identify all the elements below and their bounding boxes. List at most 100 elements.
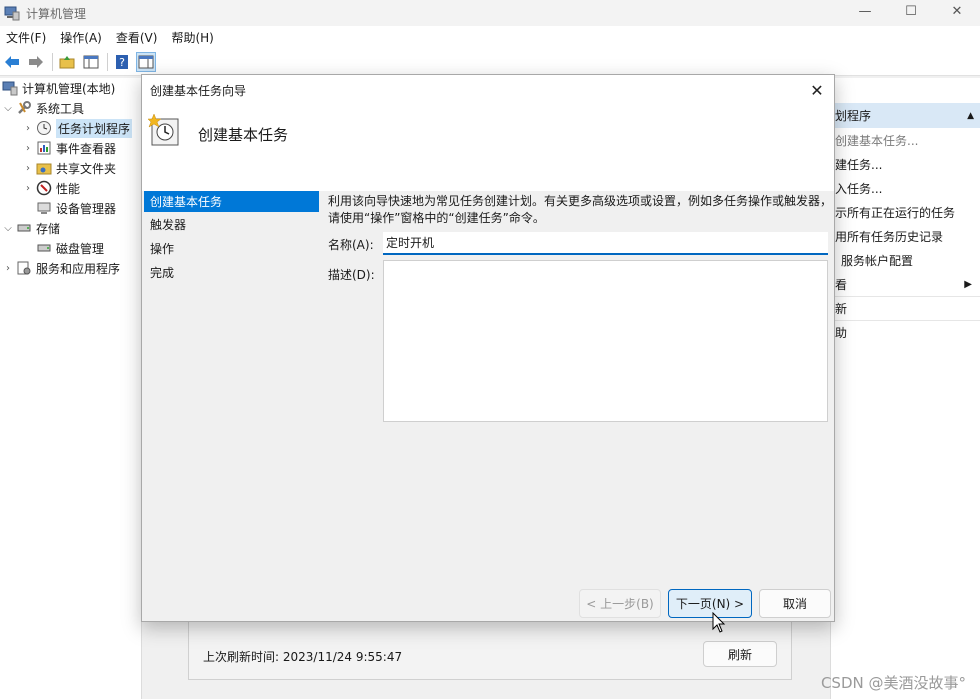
- step-finish[interactable]: 完成: [144, 260, 319, 284]
- tree-item-device-manager[interactable]: 设备管理器: [0, 198, 141, 218]
- tree-item-event-viewer[interactable]: › 事件查看器: [0, 138, 141, 158]
- storage-icon: [16, 220, 32, 236]
- maximize-button[interactable]: ☐: [888, 0, 934, 22]
- tree-item-services-apps[interactable]: › 服务和应用程序: [0, 258, 141, 278]
- computer-management-icon: [4, 6, 20, 21]
- description-field-row: 描述(D):: [328, 260, 832, 426]
- chevron-right-icon[interactable]: ›: [2, 263, 14, 274]
- disk-icon: [36, 240, 52, 256]
- close-window-button[interactable]: ✕: [934, 0, 980, 22]
- dialog-close-button[interactable]: ✕: [806, 79, 828, 101]
- action-pane-icon: [138, 55, 154, 68]
- tree-item-performance[interactable]: › 性能: [0, 178, 141, 198]
- mouse-cursor-icon: [712, 612, 726, 633]
- tree-label: 磁盘管理: [56, 241, 105, 256]
- step-action[interactable]: 操作: [144, 236, 319, 260]
- tree-label: 事件查看器: [56, 141, 117, 156]
- action-view[interactable]: 看 ▶: [831, 272, 980, 296]
- chevron-down-icon[interactable]: ⌵: [2, 103, 14, 114]
- next-button[interactable]: 下一页(N) >: [668, 589, 752, 618]
- menu-file[interactable]: 文件(F): [6, 29, 46, 46]
- chevron-right-icon[interactable]: ›: [22, 143, 34, 154]
- tree-item-system-tools[interactable]: ⌵ 系统工具: [0, 98, 141, 118]
- tree-label: 性能: [56, 181, 81, 196]
- refresh-button[interactable]: 刷新: [703, 641, 777, 667]
- chevron-right-icon[interactable]: ›: [22, 163, 34, 174]
- scheduler-status-strip: 上次刷新时间: 2023/11/24 9:55:47 刷新: [188, 620, 792, 680]
- forward-arrow-icon: [29, 55, 43, 68]
- task-name-input[interactable]: [383, 232, 828, 255]
- forward-button[interactable]: [26, 52, 46, 72]
- action-enable-task-history[interactable]: 用所有任务历史记录: [831, 224, 980, 248]
- svg-text:?: ?: [119, 56, 125, 69]
- action-service-account-config[interactable]: 服务帐户配置: [831, 248, 980, 272]
- show-action-pane-button[interactable]: [136, 51, 156, 72]
- tree-label: 计算机管理(本地): [22, 81, 116, 96]
- toolbar-separator: [52, 52, 53, 71]
- name-field-row: 名称(A):: [328, 232, 832, 256]
- window-title: 计算机管理: [26, 6, 87, 21]
- task-description-input[interactable]: [383, 260, 828, 422]
- previous-button[interactable]: < 上一步(B): [579, 589, 661, 618]
- tree-label: 系统工具: [36, 101, 85, 116]
- tree-label: 存储: [36, 221, 61, 236]
- menu-bar: 文件(F) 操作(A) 查看(V) 帮助(H): [0, 26, 980, 48]
- chevron-down-icon[interactable]: ⌵: [2, 223, 14, 234]
- action-display-running-tasks[interactable]: 示所有正在运行的任务: [831, 200, 980, 224]
- back-button[interactable]: [2, 52, 22, 72]
- actions-section-header[interactable]: 划程序 ▲: [831, 103, 980, 128]
- shared-folder-icon: [36, 160, 52, 176]
- submenu-arrow-icon: ▶: [964, 278, 972, 290]
- cancel-button[interactable]: 取消: [759, 589, 831, 618]
- create-basic-task-wizard: 创建基本任务向导 ✕ 创建基本任务 创建基本任务 触发器 操作 完成 利用该向导…: [141, 74, 835, 622]
- clock-icon: [36, 120, 52, 136]
- partial-text: [219, 621, 233, 629]
- computer-icon: [2, 80, 18, 96]
- tree-label: 共享文件夹: [56, 161, 117, 176]
- toolbar-separator: [107, 52, 108, 71]
- action-create-task[interactable]: 建任务...: [831, 152, 980, 176]
- tree-label: 服务和应用程序: [36, 261, 121, 276]
- actions-pane: 划程序 ▲ 创建基本任务... 建任务... 入任务... 示所有正在运行的任务…: [830, 78, 980, 699]
- tree-item-shared-folders[interactable]: › 共享文件夹: [0, 158, 141, 178]
- dialog-header-title: 创建基本任务: [198, 126, 289, 144]
- device-manager-icon: [36, 200, 52, 216]
- tools-icon: [16, 100, 32, 116]
- console-tree-icon: [83, 55, 99, 68]
- performance-icon: [36, 180, 52, 196]
- tree-item-storage[interactable]: ⌵ 存储: [0, 218, 141, 238]
- show-console-tree-button[interactable]: [81, 52, 101, 72]
- up-folder-button[interactable]: [57, 52, 77, 72]
- window-titlebar: 计算机管理 — ☐ ✕: [0, 0, 980, 26]
- folder-up-icon: [59, 55, 75, 68]
- dialog-titlebar: 创建基本任务向导 ✕: [142, 75, 834, 105]
- console-tree: 计算机管理(本地) ⌵ 系统工具 › 任务计划程序 › 事件查看器 › 共享文件…: [0, 78, 142, 699]
- menu-view[interactable]: 查看(V): [116, 29, 158, 46]
- actions-header-label: 划程序: [835, 109, 872, 123]
- chevron-right-icon[interactable]: ›: [22, 183, 34, 194]
- step-create-basic-task[interactable]: 创建基本任务: [144, 191, 319, 212]
- step-trigger[interactable]: 触发器: [144, 212, 319, 236]
- action-help[interactable]: 助: [831, 320, 980, 344]
- wizard-intro-text: 利用该向导快速地为常见任务创建计划。有关更多高级选项或设置，例如多任务操作或触发…: [328, 194, 833, 225]
- toolbar: ?: [0, 48, 980, 76]
- dialog-header: 创建基本任务: [142, 105, 834, 191]
- action-create-basic-task[interactable]: 创建基本任务...: [831, 128, 980, 152]
- wizard-steps: 创建基本任务 触发器 操作 完成: [142, 191, 320, 591]
- dialog-title: 创建基本任务向导: [150, 83, 247, 98]
- chevron-right-icon[interactable]: ›: [22, 123, 34, 134]
- services-icon: [16, 260, 32, 276]
- minimize-button[interactable]: —: [842, 0, 888, 22]
- tree-item-root[interactable]: 计算机管理(本地): [0, 78, 141, 98]
- menu-action[interactable]: 操作(A): [60, 29, 102, 46]
- tree-item-task-scheduler[interactable]: › 任务计划程序: [0, 118, 141, 138]
- tree-item-disk-management[interactable]: 磁盘管理: [0, 238, 141, 258]
- name-label: 名称(A):: [328, 238, 374, 252]
- menu-help[interactable]: 帮助(H): [171, 29, 213, 46]
- action-import-task[interactable]: 入任务...: [831, 176, 980, 200]
- help-button[interactable]: ?: [112, 52, 132, 72]
- action-refresh[interactable]: 新: [831, 296, 980, 320]
- collapse-triangle-icon[interactable]: ▲: [967, 111, 974, 121]
- watermark: CSDN @美酒没故事°: [820, 674, 966, 692]
- last-refresh-label: 上次刷新时间: 2023/11/24 9:55:47: [203, 650, 403, 664]
